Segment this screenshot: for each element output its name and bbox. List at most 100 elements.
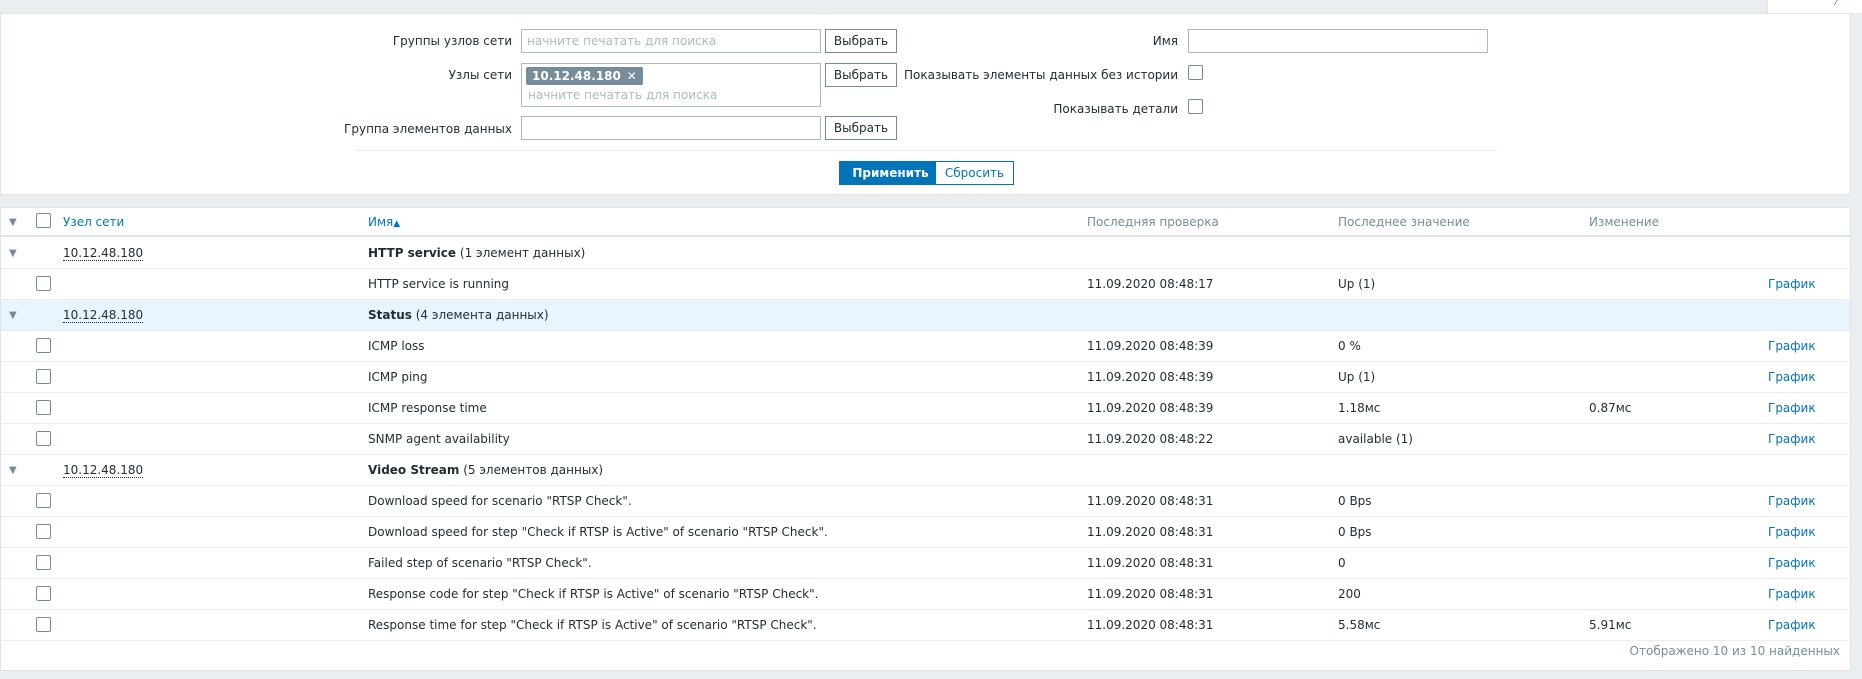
item-name: Download speed for scenario "RTSP Check"…	[368, 494, 632, 508]
reset-button[interactable]: Сбросить	[935, 161, 1014, 185]
table-row: HTTP service is running 11.09.2020 08:48:…	[1, 269, 1850, 300]
group-name: Status (4 элемента данных)	[368, 308, 549, 322]
item-last-check: 11.09.2020 08:48:39	[1087, 401, 1214, 415]
header-last-check: Последняя проверка	[1087, 215, 1219, 229]
group-host[interactable]: 10.12.48.180	[63, 308, 144, 323]
hosts-search-placeholder[interactable]: начните печатать для поиска	[528, 88, 717, 102]
group-count: (4 элемента данных)	[415, 308, 549, 322]
sort-asc-icon: ▲	[393, 219, 401, 229]
show-details-label: Показывать детали	[1053, 102, 1178, 116]
item-name: HTTP service is running	[368, 277, 510, 291]
item-group-select-button[interactable]: Выбрать	[825, 116, 897, 140]
header-name[interactable]: Имя▲	[368, 215, 400, 229]
host-groups-input[interactable]	[521, 29, 821, 53]
graph-link[interactable]: График	[1768, 525, 1816, 539]
host-groups-select-button[interactable]: Выбрать	[825, 29, 897, 53]
row-checkbox[interactable]	[36, 617, 51, 632]
collapse-all-icon[interactable]: ▼	[9, 217, 17, 228]
row-checkbox[interactable]	[36, 276, 51, 291]
table-row: Failed step of scenario "RTSP Check". 11.…	[1, 548, 1850, 579]
remove-host-icon[interactable]: ✕	[627, 67, 637, 85]
table-row: SNMP agent availability 11.09.2020 08:48:…	[1, 424, 1850, 455]
table-row: Response code for step "Check if RTSP is…	[1, 579, 1850, 610]
show-without-history-checkbox[interactable]	[1188, 65, 1203, 80]
graph-link[interactable]: График	[1768, 494, 1816, 508]
row-checkbox[interactable]	[36, 524, 51, 539]
item-name: Download speed for step "Check if RTSP i…	[368, 525, 828, 539]
item-last-check: 11.09.2020 08:48:39	[1087, 370, 1214, 384]
select-all-checkbox[interactable]	[36, 213, 51, 228]
row-checkbox[interactable]	[36, 493, 51, 508]
graph-link[interactable]: График	[1768, 618, 1816, 632]
group-title: HTTP service	[368, 246, 457, 260]
item-last-value: 200	[1338, 587, 1361, 601]
header-name-label: Имя	[368, 215, 394, 229]
item-group-label: Группа элементов данных	[344, 122, 512, 136]
header-last-value: Последнее значение	[1338, 215, 1470, 229]
header-host[interactable]: Узел сети	[63, 215, 124, 229]
item-last-value: 0 Bps	[1338, 525, 1372, 539]
graph-link[interactable]: График	[1768, 401, 1816, 415]
corner-glyph: ⁄	[1835, 0, 1838, 8]
group-name: Video Stream (5 элементов данных)	[368, 463, 603, 477]
group-host[interactable]: 10.12.48.180	[63, 246, 144, 261]
table-row: ICMP response time 11.09.2020 08:48:39 1.1…	[1, 393, 1850, 424]
table-row: Download speed for step "Check if RTSP i…	[1, 517, 1850, 548]
row-checkbox[interactable]	[36, 369, 51, 384]
item-name: Failed step of scenario "RTSP Check".	[368, 556, 592, 570]
item-name: Response code for step "Check if RTSP is…	[368, 587, 819, 601]
group-name: HTTP service (1 элемент данных)	[368, 246, 585, 260]
top-strip: ⁄	[0, 0, 1862, 13]
item-name: ICMP ping	[368, 370, 428, 384]
item-name: ICMP response time	[368, 401, 487, 415]
item-group-input[interactable]	[521, 116, 821, 140]
show-details-checkbox[interactable]	[1188, 99, 1203, 114]
group-host[interactable]: 10.12.48.180	[63, 463, 144, 478]
hosts-label: Узлы сети	[448, 68, 512, 82]
group-row: ▼ 10.12.48.180 Status (4 элемента данных)	[1, 300, 1850, 331]
item-last-value: Up (1)	[1338, 277, 1376, 291]
collapse-group-icon[interactable]: ▼	[9, 310, 17, 321]
item-last-check: 11.09.2020 08:48:31	[1087, 525, 1214, 539]
group-title: Status	[368, 308, 412, 322]
group-title: Video Stream	[368, 463, 460, 477]
item-last-value: 0 %	[1338, 339, 1361, 353]
group-row: ▼ 10.12.48.180 HTTP service (1 элемент дан…	[1, 238, 1850, 269]
filter-separator	[355, 150, 1497, 151]
item-last-check: 11.09.2020 08:48:17	[1087, 277, 1214, 291]
apply-button[interactable]: Применить	[839, 161, 942, 185]
graph-link[interactable]: График	[1768, 432, 1816, 446]
collapse-group-icon[interactable]: ▼	[9, 248, 17, 259]
graph-link[interactable]: График	[1768, 556, 1816, 570]
filter-panel: Группы узлов сети Выбрать Узлы сети 10.1…	[0, 13, 1851, 195]
table-row: Response time for step "Check if RTSP is…	[1, 610, 1850, 641]
row-checkbox[interactable]	[36, 400, 51, 415]
selected-host-chip: 10.12.48.180 ✕	[526, 67, 643, 85]
item-name: Response time for step "Check if RTSP is…	[368, 618, 817, 632]
graph-link[interactable]: График	[1768, 587, 1816, 601]
item-last-value: 1.18мс	[1338, 401, 1381, 415]
collapse-group-icon[interactable]: ▼	[9, 465, 17, 476]
hosts-select-button[interactable]: Выбрать	[825, 63, 897, 87]
item-last-check: 11.09.2020 08:48:31	[1087, 494, 1214, 508]
row-checkbox[interactable]	[36, 431, 51, 446]
item-last-check: 11.09.2020 08:48:31	[1087, 556, 1214, 570]
row-checkbox[interactable]	[36, 555, 51, 570]
table-row: ICMP ping 11.09.2020 08:48:39 Up (1) График	[1, 362, 1850, 393]
item-change: 5.91мс	[1589, 618, 1632, 632]
item-last-value: available (1)	[1338, 432, 1413, 446]
graph-link[interactable]: График	[1768, 370, 1816, 384]
table-row: ICMP loss 11.09.2020 08:48:39 0 % График	[1, 331, 1850, 362]
item-last-value: Up (1)	[1338, 370, 1376, 384]
header-change: Изменение	[1589, 215, 1660, 229]
item-last-check: 11.09.2020 08:48:22	[1087, 432, 1214, 446]
name-input[interactable]	[1188, 29, 1488, 53]
graph-link[interactable]: График	[1768, 277, 1816, 291]
graph-link[interactable]: График	[1768, 339, 1816, 353]
item-name: ICMP loss	[368, 339, 425, 353]
items-table: ▼ Узел сети Имя▲ Последняя проверка Посл…	[0, 207, 1851, 671]
hosts-multiselect[interactable]: 10.12.48.180 ✕ начните печатать для поис…	[521, 63, 821, 107]
row-checkbox[interactable]	[36, 338, 51, 353]
row-checkbox[interactable]	[36, 586, 51, 601]
item-last-value: 0 Bps	[1338, 494, 1372, 508]
